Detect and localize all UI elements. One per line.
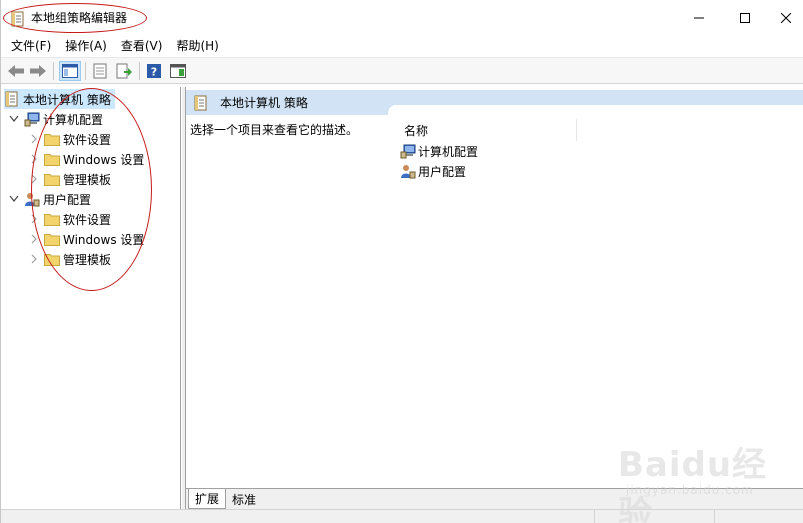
chevron-down-icon[interactable] <box>8 193 20 205</box>
folder-icon <box>44 151 60 167</box>
maximize-icon <box>740 13 750 23</box>
tree-item-label: Windows 设置 <box>63 152 145 167</box>
status-bar <box>1 509 803 523</box>
chevron-right-icon[interactable] <box>28 173 40 185</box>
back-button[interactable] <box>5 61 27 81</box>
back-arrow-icon <box>8 65 24 77</box>
tree-item-local-computer-policy[interactable]: 本地计算机 策略 <box>4 89 115 109</box>
view-tabs: 扩展 标准 <box>186 488 803 509</box>
chevron-right-icon[interactable] <box>28 233 40 245</box>
toolbar-separator <box>85 62 86 80</box>
tree-item-label: 计算机配置 <box>43 112 104 127</box>
description-text: 选择一个项目来查看它的描述。 <box>190 123 359 137</box>
menu-file[interactable]: 文件(F) <box>5 36 57 56</box>
forward-arrow-icon <box>30 65 46 77</box>
list-item-user-config[interactable]: 用户配置 <box>400 161 466 181</box>
menu-action[interactable]: 操作(A) <box>59 36 113 56</box>
help-icon: ? <box>147 64 161 79</box>
tab-label: 扩展 <box>195 492 220 506</box>
window-title: 本地组策略编辑器 <box>31 11 128 25</box>
menu-help[interactable]: 帮助(H) <box>170 36 224 56</box>
close-button[interactable] <box>768 0 803 36</box>
menu-view[interactable]: 查看(V) <box>115 36 169 56</box>
tree-item-label: 软件设置 <box>63 212 112 227</box>
list-item-label: 用户配置 <box>418 164 467 179</box>
export-list-button[interactable] <box>113 61 135 81</box>
minimize-button[interactable] <box>676 0 722 36</box>
user-config-icon <box>400 163 416 179</box>
show-hide-action-pane-button[interactable] <box>167 61 189 81</box>
show-hide-tree-button[interactable] <box>59 61 81 81</box>
tree-item-computer-windows-settings[interactable]: Windows 设置 <box>28 149 144 169</box>
details-pane: 本地计算机 策略 选择一个项目来查看它的描述。 名称 计算机配置 用户配置 扩展… <box>185 87 803 509</box>
status-segment <box>714 510 803 523</box>
folder-icon <box>44 231 60 247</box>
minimize-icon <box>694 17 704 19</box>
show-hide-action-pane-icon <box>170 64 186 78</box>
list-item-label: 计算机配置 <box>418 144 479 159</box>
details-header-title: 本地计算机 策略 <box>220 96 308 110</box>
tree-pane: 本地计算机 策略 计算机配置 软件设置 Windows 设置 管理模板 用户配置… <box>1 87 181 509</box>
toolbar: ? <box>1 57 803 84</box>
user-config-icon <box>24 191 40 207</box>
folder-icon <box>44 131 60 147</box>
forward-button[interactable] <box>27 61 49 81</box>
properties-button[interactable] <box>89 61 111 81</box>
tree-item-computer-software-settings[interactable]: 软件设置 <box>28 129 111 149</box>
chevron-right-icon[interactable] <box>28 133 40 145</box>
show-hide-tree-icon <box>62 64 78 78</box>
tree-item-label: 软件设置 <box>63 132 112 147</box>
tree-item-label: 管理模板 <box>63 252 112 267</box>
tree-item-user-windows-settings[interactable]: Windows 设置 <box>28 229 144 249</box>
close-icon <box>781 13 791 23</box>
column-header-label: 名称 <box>404 123 429 138</box>
title-bar: 本地组策略编辑器 <box>1 0 803 36</box>
tree-item-user-config[interactable]: 用户配置 <box>8 189 91 209</box>
help-button[interactable]: ? <box>143 61 165 81</box>
list-item-computer-config[interactable]: 计算机配置 <box>400 141 478 161</box>
tree-item-computer-config[interactable]: 计算机配置 <box>8 109 103 129</box>
folder-icon <box>44 211 60 227</box>
tab-standard[interactable]: 标准 <box>226 489 262 509</box>
policy-document-icon <box>194 95 210 111</box>
svg-text:?: ? <box>151 66 157 79</box>
toolbar-separator <box>139 62 140 80</box>
maximize-button[interactable] <box>722 0 768 36</box>
properties-icon <box>93 63 107 79</box>
group-policy-editor-window: 本地组策略编辑器 文件(F) 操作(A) 查看(V) 帮助(H) ? 本地计算机… <box>0 0 803 523</box>
chevron-right-icon[interactable] <box>28 153 40 165</box>
tree-item-label: 本地计算机 策略 <box>23 92 111 107</box>
folder-icon <box>44 171 60 187</box>
computer-config-icon <box>400 143 416 159</box>
tree-item-label: 用户配置 <box>43 192 92 207</box>
item-list: 名称 计算机配置 用户配置 <box>388 105 803 475</box>
policy-document-icon <box>4 91 20 107</box>
chevron-right-icon[interactable] <box>28 253 40 265</box>
tree-item-label: 管理模板 <box>63 172 112 187</box>
status-segment <box>594 510 714 523</box>
computer-config-icon <box>24 111 40 127</box>
tree-item-user-software-settings[interactable]: 软件设置 <box>28 209 111 229</box>
chevron-right-icon[interactable] <box>28 213 40 225</box>
menu-bar: 文件(F) 操作(A) 查看(V) 帮助(H) <box>1 36 803 56</box>
tab-extended[interactable]: 扩展 <box>188 489 227 509</box>
toolbar-separator <box>53 62 54 80</box>
column-header-name[interactable]: 名称 <box>402 119 577 141</box>
export-list-icon <box>116 63 132 79</box>
tree-item-user-admin-templates[interactable]: 管理模板 <box>28 249 111 269</box>
tree-item-label: Windows 设置 <box>63 232 145 247</box>
chevron-down-icon[interactable] <box>8 113 20 125</box>
policy-document-icon <box>11 11 25 27</box>
folder-icon <box>44 251 60 267</box>
tree-item-computer-admin-templates[interactable]: 管理模板 <box>28 169 111 189</box>
tab-label: 标准 <box>232 492 257 507</box>
